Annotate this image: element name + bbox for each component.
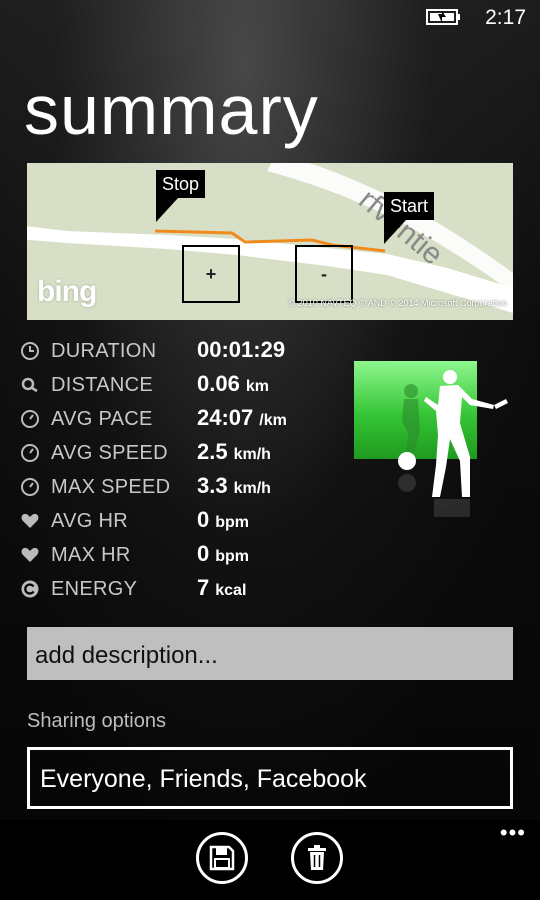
trash-icon <box>308 845 326 870</box>
sharing-options-label: Sharing options <box>27 710 166 732</box>
description-input[interactable]: add description... <box>27 627 513 680</box>
stat-label: AVG PACE <box>51 408 153 430</box>
stat-row-max-hr: MAX HR 0 bpm <box>20 540 350 574</box>
stat-row-distance: DISTANCE 0.06 km <box>20 370 350 404</box>
stat-value: 24:07/km <box>197 405 287 430</box>
clock: 2:17 <box>485 6 526 29</box>
stat-label: AVG SPEED <box>51 442 168 464</box>
zoom-out-button[interactable]: - <box>295 245 353 303</box>
stat-row-energy: ENERGY 7 kcal <box>20 574 350 608</box>
route-map[interactable]: rfventie Stop Start + - bing © 2010 NAVT… <box>27 163 513 320</box>
speedometer-icon <box>21 478 39 496</box>
pin-start[interactable]: Start <box>384 192 435 244</box>
heart-icon <box>21 513 39 528</box>
stat-value: 7 kcal <box>197 575 247 600</box>
distance-icon <box>21 377 38 393</box>
app-bar: ••• <box>0 820 540 900</box>
sharing-options-select[interactable]: Everyone, Friends, Facebook <box>27 747 513 809</box>
stat-label: ENERGY <box>51 578 138 600</box>
battery-charging-icon <box>426 9 460 25</box>
more-menu-button[interactable]: ••• <box>500 822 526 844</box>
save-icon <box>209 845 235 871</box>
stat-row-duration: DURATION 00:01:29 <box>20 336 350 370</box>
heart-icon <box>21 547 39 562</box>
speedometer-icon <box>21 410 39 428</box>
stat-value: 00:01:29 <box>197 337 286 362</box>
stat-label: DURATION <box>51 340 157 362</box>
pin-stop[interactable]: Stop <box>156 170 206 222</box>
energy-icon <box>21 580 39 598</box>
sport-tile[interactable] <box>354 361 508 517</box>
stat-value: 0.06 km <box>197 371 269 396</box>
stat-label: MAX SPEED <box>51 476 171 498</box>
zoom-in-button[interactable]: + <box>182 245 240 303</box>
stat-label: MAX HR <box>51 544 131 566</box>
stat-row-avg-hr: AVG HR 0 bpm <box>20 506 350 540</box>
bing-logo: bing <box>37 275 97 308</box>
golf-icon <box>398 370 508 517</box>
page-title: summary <box>24 71 319 149</box>
stat-row-avg-speed: AVG SPEED 2.5 km/h <box>20 438 350 472</box>
stat-label: AVG HR <box>51 510 128 532</box>
delete-button[interactable] <box>291 832 343 884</box>
stat-row-max-speed: MAX SPEED 3.3 km/h <box>20 472 350 506</box>
save-button[interactable] <box>196 832 248 884</box>
stat-value: 2.5 km/h <box>197 439 271 464</box>
clock-icon <box>21 342 39 360</box>
stat-label: DISTANCE <box>51 374 154 396</box>
status-bar: 2:17 <box>0 0 540 36</box>
map-copyright: © 2010 NAVTEQ © AND © 2014 Microsoft Cor… <box>288 298 507 308</box>
speedometer-icon <box>21 444 39 462</box>
map-road: rfventie <box>27 163 513 313</box>
stat-value: 0 bpm <box>197 541 250 566</box>
stat-row-avg-pace: AVG PACE 24:07/km <box>20 404 350 438</box>
stats-list: DURATION 00:01:29 DISTANCE 0.06 km AVG PA… <box>20 336 350 608</box>
stat-value: 3.3 km/h <box>197 473 271 498</box>
stat-value: 0 bpm <box>197 507 250 532</box>
